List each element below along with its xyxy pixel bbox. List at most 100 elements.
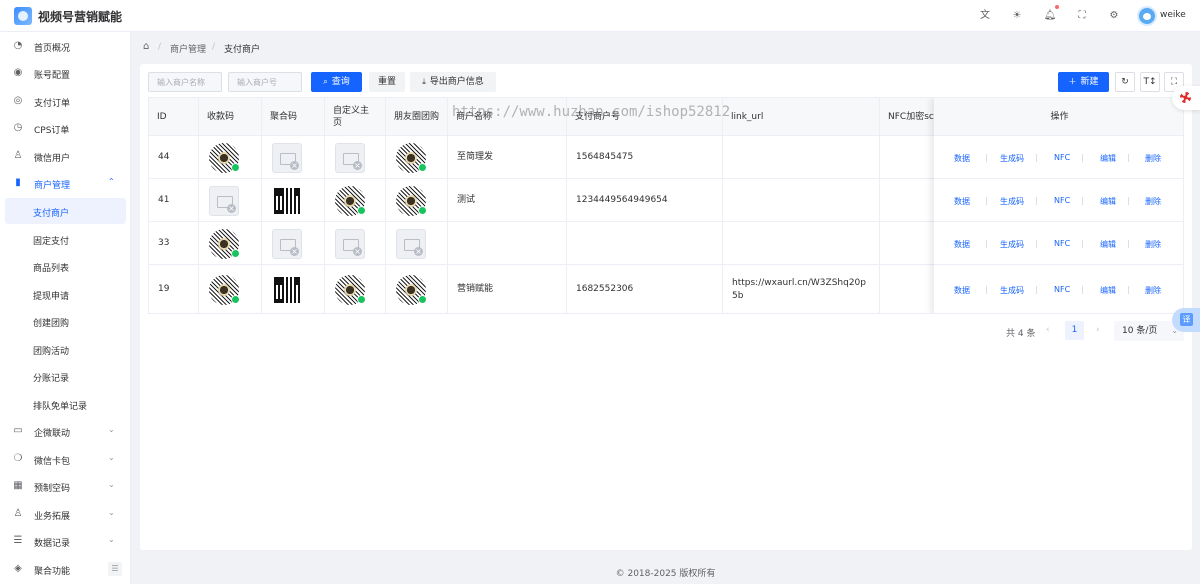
refresh-icon[interactable]: ↻ [1115,72,1135,92]
action-link[interactable]: NFC [1054,239,1070,248]
action-link[interactable]: 编辑 [1100,239,1116,250]
action-separator [1128,197,1129,205]
table-cell-image [386,222,448,265]
image-placeholder-icon[interactable] [209,186,239,216]
pagination-total: 共 4 条 [1006,329,1036,339]
action-link[interactable]: 生成码 [1000,153,1024,164]
sidebar-collapse-icon[interactable]: ☰ [108,562,122,576]
reset-button[interactable]: 重置 [369,72,405,92]
action-link[interactable]: 删除 [1145,196,1161,207]
page-number-current[interactable]: 1 [1065,321,1084,340]
action-link[interactable]: NFC [1054,285,1070,294]
floating-translate-button[interactable]: 译 [1172,308,1200,332]
breadcrumb-separator: / [158,42,162,52]
sidebar-subitem-fixed-payment[interactable]: 固定支付 [5,226,126,252]
action-link[interactable]: 生成码 [1000,285,1024,296]
sidebar-item-merchant-management[interactable]: ▮ 商户管理 ⌃ [0,170,131,196]
home-icon[interactable]: ⌂ [143,41,149,52]
column-header-custom-homepage[interactable]: 自定义主页 [325,98,386,136]
sidebar-item-data-records[interactable]: ☰ 数据记录 ⌄ [0,528,131,554]
action-link[interactable]: 生成码 [1000,196,1024,207]
username[interactable]: weike [1160,10,1186,20]
sidebar-item-wechat-users[interactable]: ♙ 微信用户 [0,143,131,169]
new-button[interactable]: ＋新建 [1058,72,1109,92]
qr-code-image[interactable] [209,143,240,173]
qr-code-image[interactable] [396,186,427,216]
merchant-name-input[interactable] [148,72,222,92]
breadcrumb-merchant-management[interactable]: 商户管理 [170,42,206,55]
merchant-number-field[interactable] [229,73,301,91]
sidebar-item-wecom-link[interactable]: ▭ 企微联动 ⌄ [0,418,131,444]
qr-code-image[interactable] [209,229,240,259]
fullscreen-icon[interactable]: ⛶ [1075,9,1089,23]
user-icon: ♙ [13,150,23,161]
sidebar-item-wechat-cards[interactable]: ❍ 微信卡包 ⌄ [0,446,131,472]
action-link[interactable]: 删除 [1145,153,1161,164]
image-placeholder-icon[interactable] [335,229,365,259]
action-link[interactable]: 数据 [954,153,970,164]
qr-code-image[interactable] [396,275,427,305]
column-header-moments-group-buy[interactable]: 朋友圈团购 [386,98,448,136]
image-placeholder-icon[interactable] [272,143,302,173]
image-placeholder-icon[interactable] [396,229,426,259]
chevron-up-icon: ⌃ [108,177,115,186]
action-link[interactable]: 数据 [954,285,970,296]
theme-icon[interactable]: ☀ [1010,9,1024,23]
action-link[interactable]: NFC [1054,153,1070,162]
column-header-payment-code[interactable]: 收款码 [199,98,262,136]
bell-icon[interactable]: 🔔︎ [1043,9,1057,23]
merchant-name-field[interactable] [149,73,221,91]
action-link[interactable]: NFC [1054,196,1070,205]
qr-code-image[interactable] [274,188,300,214]
action-link[interactable]: 数据 [954,196,970,207]
column-header-id[interactable]: ID [149,98,199,136]
search-button[interactable]: ⌕ 查询 [311,72,362,92]
avatar[interactable] [1137,6,1157,26]
sidebar-subitem-group-activities[interactable]: 团购活动 [5,336,126,362]
column-header-link-url[interactable]: link_url [723,98,880,136]
breadcrumb-current: 支付商户 [224,45,261,55]
sidebar-subitem-products[interactable]: 商品列表 [5,253,126,279]
qr-code-image[interactable] [335,275,366,305]
sidebar-subitem-payment-merchants[interactable]: 支付商户 [5,198,126,224]
action-separator [1036,240,1037,248]
action-link[interactable]: 编辑 [1100,153,1116,164]
column-settings-icon[interactable]: T↕ [1140,72,1160,92]
sidebar-subitem-split-records[interactable]: 分账记录 [5,363,126,389]
merchant-number-input[interactable] [228,72,302,92]
qr-code-image[interactable] [274,277,300,303]
sidebar-subitem-queue-free-records[interactable]: 排队免单记录 [5,391,126,417]
sidebar-subitem-create-group-buy[interactable]: 创建团购 [5,308,126,334]
action-link[interactable]: 编辑 [1100,285,1116,296]
sidebar-item-business-expansion[interactable]: ♙ 业务拓展 ⌄ [0,501,131,527]
sidebar-subitem-withdrawals[interactable]: 提现申请 [5,281,126,307]
next-page-icon[interactable]: › [1096,325,1100,335]
qr-code-image[interactable] [209,275,240,305]
sidebar-item-account[interactable]: ◉ 账号配置 [0,60,131,86]
column-header-aggregate-code[interactable]: 聚合码 [262,98,325,136]
chevron-down-icon: ⌄ [108,425,115,434]
qr-code-image[interactable] [335,186,366,216]
export-button[interactable]: ⤓ 导出商户信息 [410,72,496,92]
translate-icon[interactable]: 文 [978,9,992,23]
action-link[interactable]: 生成码 [1000,239,1024,250]
floating-assistant-icon[interactable] [1172,86,1200,110]
settings-icon[interactable]: ⚙ [1107,9,1121,23]
table-cell-image [262,179,325,222]
image-placeholder-icon[interactable] [272,229,302,259]
action-link[interactable]: 编辑 [1100,196,1116,207]
qr-code-image[interactable] [396,143,427,173]
action-link[interactable]: 删除 [1145,239,1161,250]
column-header-merchant-number[interactable]: 支付商户号 [567,98,723,136]
sidebar-item-cps-orders[interactable]: ◷ CPS订单 [0,115,131,141]
action-link[interactable]: 删除 [1145,285,1161,296]
sidebar-item-dashboard[interactable]: ◔ 首页概况 [0,33,131,59]
dashboard-icon: ◔ [13,40,23,51]
column-header-merchant-name[interactable]: 商户名称 [448,98,567,136]
prev-page-icon[interactable]: ‹ [1046,325,1050,335]
wechat-icon: ❍ [13,453,23,464]
action-link[interactable]: 数据 [954,239,970,250]
image-placeholder-icon[interactable] [335,143,365,173]
sidebar-item-payment-orders[interactable]: ◎ 支付订单 [0,88,131,114]
sidebar-item-prebuilt-codes[interactable]: ▦ 预制空码 ⌄ [0,473,131,499]
